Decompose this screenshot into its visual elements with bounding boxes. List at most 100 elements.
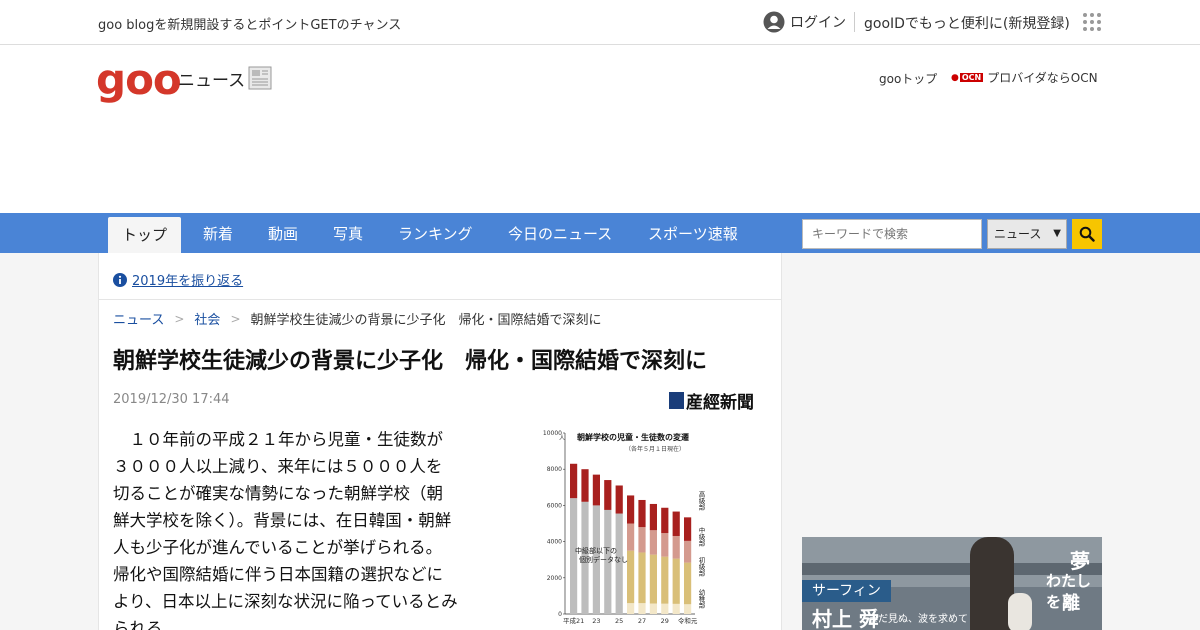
search-icon: [1079, 226, 1095, 242]
chart-bar-segment: [615, 485, 623, 514]
chart-bar-segment: [570, 463, 578, 499]
chart-y-tick-label: 4000: [547, 539, 562, 546]
chart-subtitle: （各年５月１日現在）: [625, 445, 685, 453]
chart-y-tick-label: 6000: [547, 502, 562, 509]
chart-bar-segment: [672, 511, 680, 536]
caret-down-icon: ▼: [1053, 228, 1061, 239]
article-date: 2019/12/30 17:44: [113, 392, 230, 407]
chart-bar-segment: [661, 603, 669, 614]
tab-ranking[interactable]: ランキング: [398, 213, 473, 253]
chart-y-tick-label: 10000: [543, 430, 562, 437]
chart-bar-segment: [672, 603, 680, 614]
chart-bar-segment: [638, 499, 646, 528]
chart-x-tick-label: 平成21: [563, 616, 584, 625]
banner-subtitle: まだ見ぬ、波を求めて: [868, 614, 968, 625]
breadcrumb-society[interactable]: 社会: [194, 309, 220, 328]
chart-y-tick-label: 0: [558, 611, 562, 618]
search-scope-value: ニュース: [994, 227, 1042, 241]
chart-bar-segment: [672, 535, 680, 559]
info-icon: [113, 272, 127, 287]
top-bar: goo blogを新規開設するとポイントGETのチャンス ログイン gooIDで…: [0, 0, 1200, 45]
goo-top-link[interactable]: gooトップ: [879, 70, 937, 87]
tab-photo[interactable]: 写真: [333, 213, 363, 253]
tab-video[interactable]: 動画: [268, 213, 298, 253]
chart-bar-segment: [672, 558, 680, 604]
chart-bar-segment: [627, 550, 635, 604]
banner-dream-line3: 離: [1062, 593, 1080, 614]
breadcrumb-news[interactable]: ニュース: [113, 309, 164, 328]
tab-top[interactable]: トップ: [108, 217, 182, 253]
login-link[interactable]: ログイン: [763, 11, 846, 33]
search-input[interactable]: [802, 219, 982, 249]
register-link[interactable]: gooIDでもっと便利に(新規登録): [864, 13, 1070, 33]
chart-x-tick-label: 25: [615, 617, 623, 625]
chart-bar-segment: [638, 527, 646, 553]
search-button[interactable]: [1072, 219, 1102, 249]
ocn-logo-icon: ● OCN: [951, 72, 984, 83]
top-separator: [854, 12, 855, 32]
chart-legend-label: 中級部: [697, 526, 705, 548]
chart-bar-segment: [649, 530, 657, 555]
article-body: １０年前の平成２１年から児童・生徒数が３０００人以上減り、来年には５０００人を切…: [113, 430, 458, 630]
site-header: goo ニュース gooトップ ● OCN プロバイダならOCN: [0, 45, 1200, 213]
chart-bar-segment: [661, 507, 669, 534]
chart-bar-segment: [638, 552, 646, 604]
chart-bar-segment: [604, 480, 612, 510]
chart-x-tick-label: 29: [661, 617, 669, 625]
login-label: ログイン: [790, 15, 846, 31]
chart-bar-segment: [649, 554, 657, 604]
banner-surfboard: [1008, 593, 1032, 630]
ocn-label: プロバイダならOCN: [987, 71, 1098, 85]
chart-bar-segment: [581, 469, 589, 502]
chart-x-tick-label: 23: [592, 617, 600, 625]
chart-bar-segment: [592, 474, 600, 506]
chart-title: 朝鮮学校の児童・生徒数の変遷: [577, 432, 689, 442]
tab-new[interactable]: 新着: [203, 213, 233, 253]
chart-bar-segment: [649, 603, 657, 614]
chart-bar-segment: [684, 562, 692, 605]
chart-y-tick-label: 2000: [547, 575, 562, 582]
chart-legend-label: 初級部: [697, 556, 705, 578]
chart-legend-label: 高級部: [697, 490, 705, 512]
chart-bar-segment: [649, 503, 657, 531]
chart-bar-segment: [684, 540, 692, 563]
chart-y-tick-label: 8000: [547, 466, 562, 473]
article-title: 朝鮮学校生徒減少の背景に少子化 帰化・国際結婚で深刻に: [113, 349, 708, 374]
ocn-link[interactable]: ● OCN プロバイダならOCN: [951, 69, 1098, 86]
year-review-link[interactable]: 2019年を振り返る: [113, 270, 243, 289]
year-review-label: 2019年を振り返る: [132, 274, 244, 289]
article-panel: 2019年を振り返る ニュース > 社会 > 朝鮮学校生徒減少の背景に少子化 帰…: [98, 253, 782, 630]
newspaper-icon: [248, 66, 272, 90]
chart-x-tick-label: 令和元: [678, 616, 698, 625]
banner-category: サーフィン: [802, 580, 891, 602]
search-scope-select[interactable]: ニュース ▼: [987, 219, 1067, 249]
breadcrumb-separator-icon: >: [230, 311, 241, 326]
chart-bar-segment: [661, 556, 669, 604]
chart-bar-combined: [570, 498, 578, 614]
source-logo[interactable]: 産經新聞: [669, 388, 754, 413]
source-name: 産經新聞: [686, 393, 754, 413]
goo-logo[interactable]: goo: [96, 55, 182, 104]
breadcrumb-current: 朝鮮学校生徒減少の背景に少子化 帰化・国際結婚で深刻に: [250, 313, 602, 328]
sankei-mark-icon: [669, 392, 684, 409]
chart-legend-label: 幼稚部: [697, 588, 705, 610]
breadcrumb: ニュース > 社会 > 朝鮮学校生徒減少の背景に少子化 帰化・国際結婚で深刻に: [113, 309, 602, 329]
student-count-chart[interactable]: 朝鮮学校の児童・生徒数の変遷 （各年５月１日現在） 人 020004000600…: [537, 423, 707, 630]
apps-grid-icon[interactable]: [1083, 13, 1101, 31]
main-nav: トップ 新着 動画 写真 ランキング 今日のニュース スポーツ速報 ニュース ▼: [0, 213, 1200, 253]
chart-bar-segment: [638, 603, 646, 614]
chart-bar-segment: [627, 523, 635, 551]
chart-bar-segment: [627, 495, 635, 524]
divider: [99, 299, 781, 300]
tab-todays-news[interactable]: 今日のニュース: [508, 213, 612, 253]
blog-promo-link[interactable]: goo blogを新規開設するとポイントGETのチャンス: [98, 14, 401, 33]
breadcrumb-separator-icon: >: [174, 311, 185, 326]
chart-bar-segment: [684, 604, 692, 614]
chart-x-tick-label: 27: [638, 617, 646, 625]
tab-sports[interactable]: スポーツ速報: [648, 213, 738, 253]
chart-bar-segment: [661, 533, 669, 557]
news-section-label[interactable]: ニュース: [178, 66, 245, 91]
chart-bar-segment: [684, 517, 692, 541]
user-icon: [763, 11, 785, 33]
sidebar-ad-banner[interactable]: サーフィン 村上 舜 まだ見ぬ、波を求めて 夢 わたしを 離: [802, 537, 1102, 630]
